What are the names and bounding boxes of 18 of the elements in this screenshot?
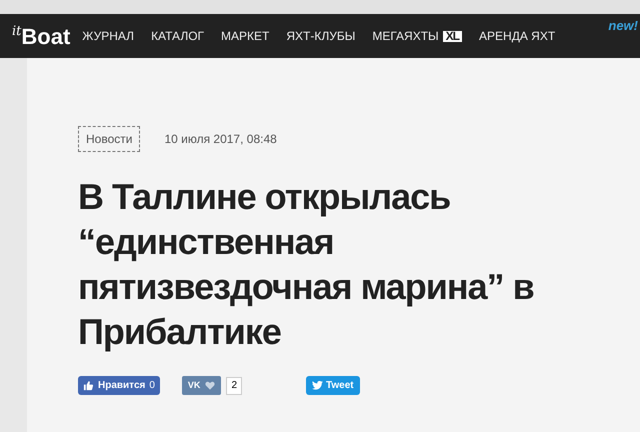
nav-link[interactable]: ЯХТ-КЛУБЫ (286, 27, 356, 45)
heart-icon (205, 381, 216, 390)
new-label: new! (608, 17, 638, 35)
vk-icon: VK (188, 378, 200, 392)
category-tag[interactable]: Новости (78, 126, 140, 152)
article-title: В Таллине открылась “единственная пятизвездочная марина” в Прибалтике (78, 175, 535, 354)
nav-link[interactable]: АРЕНДА ЯХТ (479, 27, 556, 45)
vk-like-count: 2 (226, 376, 242, 394)
like-button[interactable]: Нравится 0 (78, 376, 160, 395)
nav-link[interactable]: ЖУРНАЛ (82, 27, 134, 45)
nav-link[interactable]: МАРКЕТ (221, 27, 270, 45)
nav-link[interactable]: МЕГАЯХТЫ XL (372, 27, 462, 45)
vk-like-button[interactable]: VK (182, 376, 222, 395)
bird-icon (312, 381, 323, 390)
nav-link[interactable]: КАТАЛОГ (151, 27, 204, 45)
publish-date: 10 июля 2017, 08:48 (164, 131, 277, 148)
xl-badge: XL (442, 30, 462, 42)
thumbs-up-icon (83, 380, 94, 391)
